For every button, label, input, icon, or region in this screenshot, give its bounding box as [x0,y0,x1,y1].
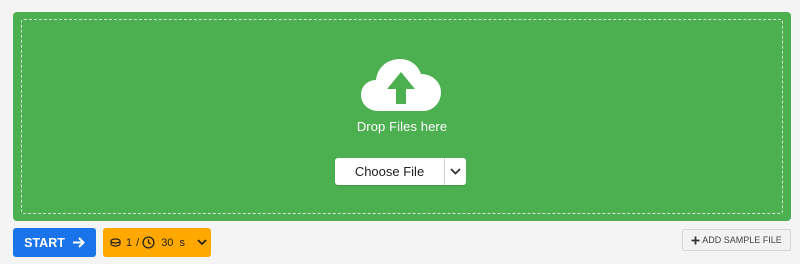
start-button[interactable]: START [13,228,96,257]
add-sample-file-label: ADD SAMPLE FILE [702,235,782,245]
time-unit: s [179,236,185,249]
add-sample-file-button[interactable]: ADD SAMPLE FILE [682,229,791,251]
file-count-value: 1 [126,236,133,249]
chevron-down-icon [197,239,207,246]
choose-file-group: Choose File [335,158,466,185]
file-dropzone[interactable]: Drop Files here Choose File [13,12,791,221]
arrow-right-icon [72,237,85,248]
conversion-options-button[interactable]: 1 / 30 s [103,228,211,257]
start-label: START [24,235,65,250]
time-value: 30 [161,236,174,249]
drop-files-text: Drop Files here [356,119,448,134]
cloud-upload-icon [361,59,441,111]
choose-file-dropdown[interactable] [445,158,466,185]
clock-icon [142,236,155,249]
plus-icon [691,236,700,244]
options-separator: / [136,236,140,249]
chevron-down-icon [450,168,461,175]
stack-icon [110,238,121,247]
choose-file-button[interactable]: Choose File [335,158,445,185]
